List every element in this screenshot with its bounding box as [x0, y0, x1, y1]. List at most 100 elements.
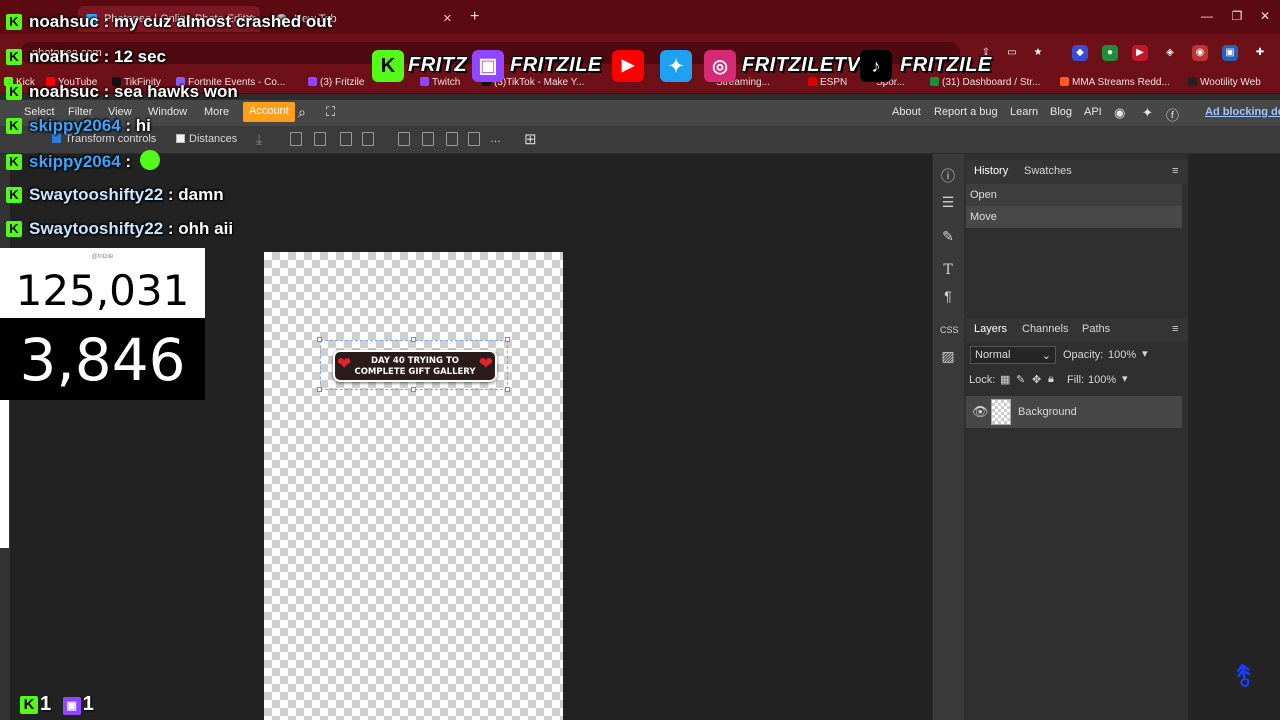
- paragraph-icon[interactable]: ¶: [940, 288, 956, 304]
- new-tab-button[interactable]: +: [470, 8, 479, 26]
- info-icon[interactable]: ⓘ: [940, 168, 956, 184]
- lock-all-icon[interactable]: 🔒︎: [1048, 373, 1054, 386]
- image-icon[interactable]: ▨: [940, 348, 956, 364]
- tab-history[interactable]: History: [974, 165, 1008, 177]
- distances-option[interactable]: Distances: [176, 133, 237, 145]
- twitter-icon[interactable]: ✦: [1142, 105, 1153, 121]
- tab-swatches[interactable]: Swatches: [1024, 165, 1072, 177]
- social-handles-bar: K FRITZ ▣ FRITZILE ▶ ✦ ◎ FRITZILETV ♪ FR…: [372, 46, 994, 86]
- social-handle: FRITZ: [408, 54, 468, 76]
- distribute-icon[interactable]: [468, 132, 480, 146]
- fullscreen-icon[interactable]: ⛶: [326, 104, 335, 120]
- youtube-icon: ▶: [612, 50, 644, 82]
- layer-name[interactable]: Background: [1018, 406, 1077, 418]
- menu-blog[interactable]: Blog: [1050, 106, 1072, 118]
- download-icon[interactable]: ⤓: [256, 131, 262, 148]
- counter-bottom-panel: 3,846: [0, 318, 205, 400]
- account-button[interactable]: Account: [243, 102, 295, 122]
- viewer-counts: K1 ▣ 1: [20, 693, 94, 716]
- reddit-icon[interactable]: ◉: [1114, 105, 1125, 121]
- chat-message: K Swaytooshifty22 : damn: [6, 185, 224, 209]
- bookmark-item[interactable]: Wootility Web: [1188, 77, 1261, 88]
- css-icon[interactable]: CSS: [940, 322, 959, 338]
- menu-more[interactable]: More: [204, 106, 229, 118]
- transform-handle[interactable]: [317, 387, 322, 392]
- bookmark-item[interactable]: (3) Fritzile: [308, 77, 364, 88]
- align-top-icon[interactable]: [362, 132, 374, 146]
- window-close-icon[interactable]: ✕: [1258, 9, 1272, 23]
- emote-icon: [139, 150, 160, 170]
- distribute-icon[interactable]: [398, 132, 410, 146]
- counter-handle: @fritzile: [91, 254, 114, 260]
- extension-icon[interactable]: ◆: [1072, 45, 1088, 61]
- distribute-icon[interactable]: [422, 132, 434, 146]
- document-canvas[interactable]: [264, 252, 563, 720]
- layer-thumbnail: [991, 399, 1011, 425]
- fill-value[interactable]: 100%: [1088, 374, 1116, 386]
- extensions-puzzle-icon[interactable]: ✚: [1252, 45, 1268, 61]
- extension-icon[interactable]: ●: [1102, 45, 1118, 61]
- extension-icon[interactable]: ▣: [1222, 45, 1238, 61]
- search-icon[interactable]: ⌕: [298, 104, 306, 121]
- canvas-text-banner[interactable]: ❤ ❤ DAY 40 TRYING TO COMPLETE GIFT GALLE…: [333, 350, 497, 382]
- counter-bottom-value: 3,846: [19, 326, 186, 394]
- distribute-icon[interactable]: [446, 132, 458, 146]
- menu-report-bug[interactable]: Report a bug: [934, 106, 998, 118]
- lock-pixels-icon[interactable]: ✎: [1016, 373, 1025, 386]
- grid-icon[interactable]: ⊞: [524, 130, 537, 148]
- menu-api[interactable]: API: [1084, 106, 1102, 118]
- transform-handle[interactable]: [411, 387, 416, 392]
- character-icon[interactable]: T: [940, 262, 956, 278]
- panel-menu-icon[interactable]: ≡: [1172, 323, 1178, 335]
- twitch-icon: ▣: [472, 50, 504, 82]
- tab-layers[interactable]: Layers: [974, 323, 1007, 335]
- chat-message: Knoahsuc : my cuz almost crashed out: [6, 12, 332, 36]
- facebook-icon[interactable]: ⓕ: [1166, 105, 1179, 124]
- opacity-value[interactable]: 100%: [1108, 349, 1136, 361]
- transform-handle[interactable]: [505, 337, 510, 342]
- transform-handle[interactable]: [505, 387, 510, 392]
- blend-mode-select[interactable]: Normal ⌄: [970, 346, 1056, 364]
- chevron-down-icon[interactable]: ▾: [1142, 347, 1148, 360]
- visibility-eye-icon[interactable]: 👁︎: [972, 404, 989, 420]
- menu-learn[interactable]: Learn: [1010, 106, 1038, 118]
- bookmark-item[interactable]: MMA Streams Redd...: [1060, 77, 1170, 88]
- chat-message: Knoahsuc : 12 sec: [6, 47, 166, 71]
- align-center-icon[interactable]: [314, 132, 326, 146]
- kick-badge-icon: K: [6, 118, 22, 134]
- chevron-down-icon[interactable]: ▾: [1122, 372, 1128, 385]
- panel-menu-icon[interactable]: ≡: [1172, 165, 1178, 177]
- kick-badge-icon: K: [6, 84, 22, 100]
- bookmark-star-icon[interactable]: ★: [1030, 45, 1046, 61]
- brush-icon[interactable]: ✎: [940, 228, 956, 244]
- history-item[interactable]: Open: [966, 184, 1182, 206]
- right-panels: [964, 154, 1188, 720]
- kick-icon: K: [20, 696, 38, 714]
- checkbox[interactable]: [176, 134, 185, 143]
- more-icon[interactable]: …: [490, 133, 501, 145]
- transform-handle[interactable]: [411, 337, 416, 342]
- extension-icon[interactable]: ▶: [1132, 45, 1148, 61]
- instagram-icon: ◎: [704, 50, 736, 82]
- extension-icon[interactable]: ◉: [1192, 45, 1208, 61]
- align-right-icon[interactable]: [340, 132, 352, 146]
- transform-handle[interactable]: [317, 337, 322, 342]
- cast-icon[interactable]: ▭: [1004, 45, 1020, 61]
- social-handle: FRITZILE: [900, 54, 992, 76]
- history-panel-tabs: History Swatches ≡: [966, 160, 1188, 184]
- banner-line-1: DAY 40 TRYING TO: [371, 356, 459, 366]
- minimize-icon[interactable]: —: [1200, 9, 1214, 23]
- close-icon[interactable]: ✕: [443, 12, 452, 25]
- tab-channels[interactable]: Channels: [1022, 323, 1068, 335]
- adjustments-icon[interactable]: ☰: [940, 194, 956, 210]
- menu-window[interactable]: Window: [148, 106, 187, 118]
- history-item[interactable]: Move: [966, 206, 1182, 228]
- maximize-icon[interactable]: ❐: [1230, 9, 1244, 23]
- menu-about[interactable]: About: [892, 106, 921, 118]
- align-left-icon[interactable]: [290, 132, 302, 146]
- lock-position-icon[interactable]: ✥: [1032, 373, 1041, 386]
- tab-paths[interactable]: Paths: [1082, 323, 1110, 335]
- lock-transparency-icon[interactable]: ▦: [1000, 373, 1010, 386]
- extension-icon[interactable]: ◈: [1162, 45, 1178, 61]
- ad-blocking-link[interactable]: Ad blocking det: [1205, 106, 1280, 118]
